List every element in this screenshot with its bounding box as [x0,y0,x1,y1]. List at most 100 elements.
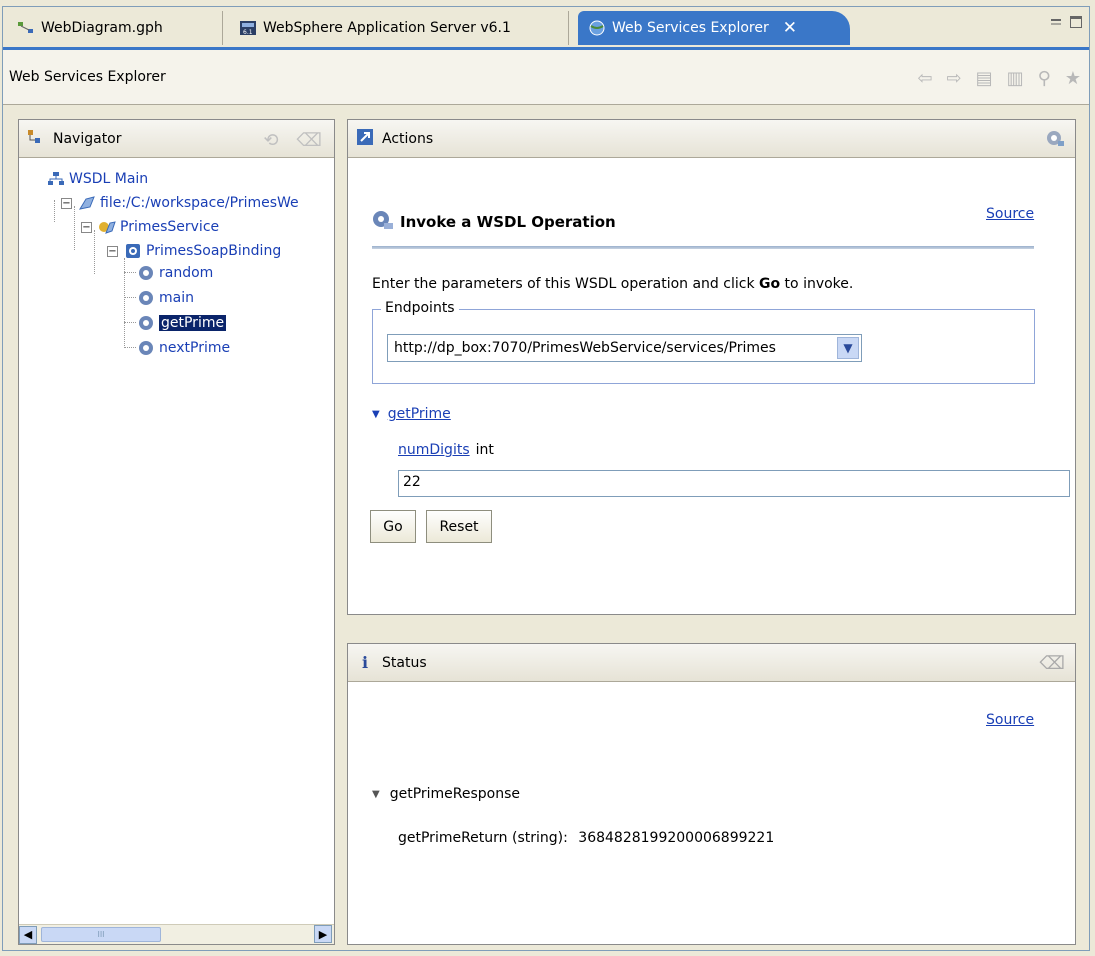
close-tab-icon[interactable]: ✕ [783,18,797,38]
actions-header: Actions [348,120,1075,158]
window-controls [1049,15,1083,29]
operation-title-text: Invoke a WSDL Operation [400,213,616,231]
navigator-tree: WSDL Main − file:/C:/workspace/PrimesWe … [19,158,334,356]
server-icon: 6.1 [239,20,257,36]
scroll-thumb[interactable]: III [41,927,161,942]
binding-icon [124,243,142,259]
svg-text:6.1: 6.1 [243,29,253,36]
return-label: getPrimeReturn (string): [398,830,568,846]
maximize-icon[interactable] [1069,15,1083,29]
favorites-icon[interactable]: ★ [1065,68,1081,89]
actions-title: Actions [382,130,434,147]
return-value: 3684828199200006899221 [578,830,775,846]
reset-button[interactable]: Reset [426,510,492,543]
tree-label: WSDL Main [69,171,149,187]
tab-websphere-server[interactable]: 6.1 WebSphere Application Server v6.1 [229,11,569,45]
tree-item-wsdl-main[interactable]: WSDL Main [47,168,148,190]
forward-icon[interactable]: ⇨ [947,68,962,89]
tab-webdiagram[interactable]: WebDiagram.gph [7,11,223,45]
tree-connector [54,200,55,222]
minimize-icon[interactable] [1049,15,1063,29]
tree-item-getprime[interactable]: getPrime [137,312,227,334]
diagram-icon [17,20,35,36]
parameter-label: numDigits int [398,442,494,458]
divider [372,246,1034,249]
response-toggle[interactable]: ▼ getPrimeResponse [372,786,520,802]
chevron-down-icon[interactable]: ▼ [837,337,859,359]
refresh-icon[interactable]: ⟲ [263,130,278,151]
clear-icon[interactable]: ⌫ [297,130,322,151]
tree-connector [124,347,136,348]
tree-connector [124,322,136,323]
endpoints-group: Endpoints http://dp_box:7070/PrimesWebSe… [372,300,1035,384]
operation-link[interactable]: getPrime [388,406,451,422]
status-source-link[interactable]: Source [986,712,1034,728]
scroll-right-icon[interactable]: ▶ [314,925,332,943]
wsdl-file-icon [78,195,96,211]
expand-triangle-icon[interactable]: ▼ [372,409,380,420]
operation-icon [137,265,155,281]
info-icon: i [361,653,369,672]
operation-icon [137,290,155,306]
num-digits-input[interactable]: 22 [398,470,1070,497]
wsdl-main-icon [47,171,65,187]
operation-section-toggle[interactable]: ▼ getPrime [372,406,451,422]
collapse-toggle[interactable]: − [107,245,118,257]
tree-item-primes-soap-binding[interactable]: − PrimesSoapBinding [107,240,281,262]
wsdl-page-icon[interactable] [1045,129,1065,152]
navigator-icon [27,129,45,149]
tree-item-random[interactable]: random [137,262,213,284]
instruction-suffix: to invoke. [780,276,854,292]
wsil-page-icon[interactable]: ⚲ [1038,68,1051,89]
tab-label: Web Services Explorer [612,20,769,36]
editor-tab-bar: WebDiagram.gph 6.1 WebSphere Application… [3,7,1089,47]
tree-label: PrimesService [120,219,220,235]
tree-label-selected: getPrime [159,315,227,331]
status-panel: i Status ⌫ Source ▼ getPrimeResponse get… [347,643,1076,945]
tab-label: WebSphere Application Server v6.1 [263,20,511,36]
actions-panel: Actions Invoke a WSDL Operation Source E… [347,119,1076,615]
source-link[interactable]: Source [986,206,1034,222]
horizontal-scrollbar[interactable]: ◀ III ▶ [19,924,334,944]
tree-label: file:/C:/workspace/PrimesWe [100,195,299,211]
navigator-title: Navigator [53,130,122,147]
explorer-title-bar: Web Services Explorer ⇦ ⇨ ▤ ▥ ⚲ ★ [3,47,1089,105]
instruction-text: Enter the parameters of this WSDL operat… [372,276,853,292]
operation-icon [372,210,394,234]
tab-label: WebDiagram.gph [41,20,163,36]
clear-status-icon[interactable]: ⌫ [1040,653,1065,674]
tree-label: random [159,265,214,281]
param-name-link[interactable]: numDigits [398,442,470,458]
tree-item-nextprime[interactable]: nextPrime [137,337,230,359]
collapse-toggle[interactable]: − [81,221,92,233]
tree-item-primes-service[interactable]: − PrimesService [81,216,219,238]
endpoint-value: http://dp_box:7070/PrimesWebService/serv… [394,340,776,356]
tree-connector [124,297,136,298]
toolbar-icons: ⇦ ⇨ ▤ ▥ ⚲ ★ [917,68,1081,89]
endpoints-legend: Endpoints [381,300,459,316]
service-icon [98,219,116,235]
go-button[interactable]: Go [370,510,416,543]
tree-item-main[interactable]: main [137,287,194,309]
tab-web-services-explorer[interactable]: Web Services Explorer ✕ [578,11,850,45]
operation-icon [137,315,155,331]
expand-triangle-icon[interactable]: ▼ [372,789,380,800]
page-title: Web Services Explorer [9,69,166,85]
back-icon[interactable]: ⇦ [917,68,932,89]
operation-icon [137,340,155,356]
status-header: i Status ⌫ [348,644,1075,682]
scroll-left-icon[interactable]: ◀ [19,925,37,944]
actions-icon [356,128,374,150]
navigator-toolbar: ⟲ ⌫ [263,130,322,151]
navigator-header: Navigator ⟲ ⌫ [19,120,334,158]
instruction-bold: Go [759,276,781,292]
collapse-toggle[interactable]: − [61,197,72,209]
tree-item-wsdl-file[interactable]: − file:/C:/workspace/PrimesWe [61,192,299,214]
uddi-page-icon[interactable]: ▥ [1007,68,1024,89]
endpoint-select[interactable]: http://dp_box:7070/PrimesWebService/serv… [387,334,862,362]
history-icon[interactable]: ▤ [976,68,993,89]
operation-title: Invoke a WSDL Operation [372,210,616,234]
param-type: int [475,442,494,458]
response-name: getPrimeResponse [389,786,521,802]
instruction-prefix: Enter the parameters of this WSDL operat… [372,276,759,292]
